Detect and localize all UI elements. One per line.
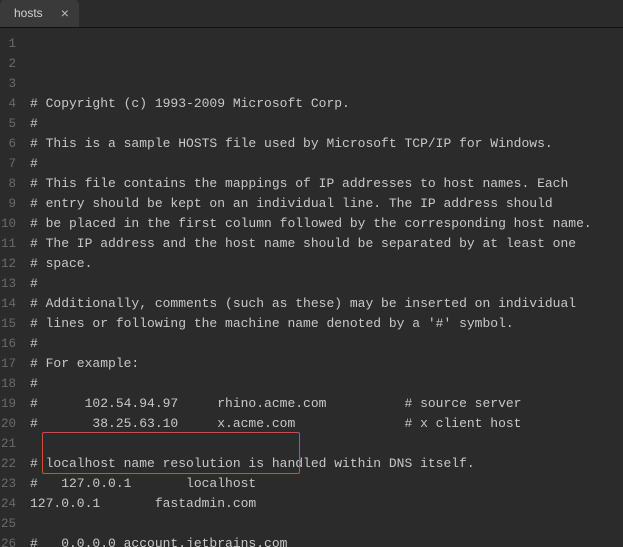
code-line[interactable]: # bbox=[30, 154, 623, 174]
line-number: 2 bbox=[0, 54, 16, 74]
line-number: 20 bbox=[0, 414, 16, 434]
code-line[interactable] bbox=[30, 434, 623, 454]
code-line[interactable]: # The IP address and the host name shoul… bbox=[30, 234, 623, 254]
code-line[interactable]: # Additionally, comments (such as these)… bbox=[30, 294, 623, 314]
code-line[interactable]: # bbox=[30, 274, 623, 294]
line-number: 15 bbox=[0, 314, 16, 334]
line-number: 16 bbox=[0, 334, 16, 354]
line-number: 9 bbox=[0, 194, 16, 214]
line-number: 1 bbox=[0, 34, 16, 54]
code-line[interactable] bbox=[30, 514, 623, 534]
code-content[interactable]: # Copyright (c) 1993-2009 Microsoft Corp… bbox=[22, 28, 623, 547]
line-number: 8 bbox=[0, 174, 16, 194]
tab-hosts[interactable]: hosts × bbox=[0, 0, 79, 27]
line-number: 19 bbox=[0, 394, 16, 414]
code-line[interactable]: # be placed in the first column followed… bbox=[30, 214, 623, 234]
code-line[interactable]: # bbox=[30, 114, 623, 134]
tab-title: hosts bbox=[14, 6, 43, 20]
editor-area[interactable]: 1234567891011121314151617181920212223242… bbox=[0, 28, 623, 547]
line-number: 22 bbox=[0, 454, 16, 474]
line-number: 7 bbox=[0, 154, 16, 174]
line-number: 14 bbox=[0, 294, 16, 314]
line-number: 6 bbox=[0, 134, 16, 154]
line-number: 18 bbox=[0, 374, 16, 394]
line-number: 26 bbox=[0, 534, 16, 547]
line-number: 12 bbox=[0, 254, 16, 274]
line-number: 13 bbox=[0, 274, 16, 294]
code-line[interactable]: # 0.0.0.0 account.jetbrains.com bbox=[30, 534, 623, 547]
code-line[interactable]: # 102.54.94.97 rhino.acme.com # source s… bbox=[30, 394, 623, 414]
code-line[interactable]: # This file contains the mappings of IP … bbox=[30, 174, 623, 194]
code-line[interactable]: # Copyright (c) 1993-2009 Microsoft Corp… bbox=[30, 94, 623, 114]
code-line[interactable]: # For example: bbox=[30, 354, 623, 374]
line-number: 24 bbox=[0, 494, 16, 514]
code-line[interactable]: # space. bbox=[30, 254, 623, 274]
code-line[interactable]: # 38.25.63.10 x.acme.com # x client host bbox=[30, 414, 623, 434]
close-icon[interactable]: × bbox=[61, 6, 69, 20]
code-line[interactable]: # localhost name resolution is handled w… bbox=[30, 454, 623, 474]
line-number: 4 bbox=[0, 94, 16, 114]
code-line[interactable]: # bbox=[30, 374, 623, 394]
line-number: 3 bbox=[0, 74, 16, 94]
code-line[interactable]: # 127.0.0.1 localhost bbox=[30, 474, 623, 494]
line-number: 11 bbox=[0, 234, 16, 254]
code-line[interactable]: # bbox=[30, 334, 623, 354]
line-number: 23 bbox=[0, 474, 16, 494]
line-number: 25 bbox=[0, 514, 16, 534]
code-line[interactable]: # This is a sample HOSTS file used by Mi… bbox=[30, 134, 623, 154]
code-line[interactable]: # lines or following the machine name de… bbox=[30, 314, 623, 334]
line-number: 5 bbox=[0, 114, 16, 134]
line-number: 21 bbox=[0, 434, 16, 454]
code-line[interactable]: 127.0.0.1 fastadmin.com bbox=[30, 494, 623, 514]
code-line[interactable]: # entry should be kept on an individual … bbox=[30, 194, 623, 214]
tab-bar: hosts × bbox=[0, 0, 623, 28]
line-number-gutter: 1234567891011121314151617181920212223242… bbox=[0, 28, 22, 547]
line-number: 17 bbox=[0, 354, 16, 374]
line-number: 10 bbox=[0, 214, 16, 234]
